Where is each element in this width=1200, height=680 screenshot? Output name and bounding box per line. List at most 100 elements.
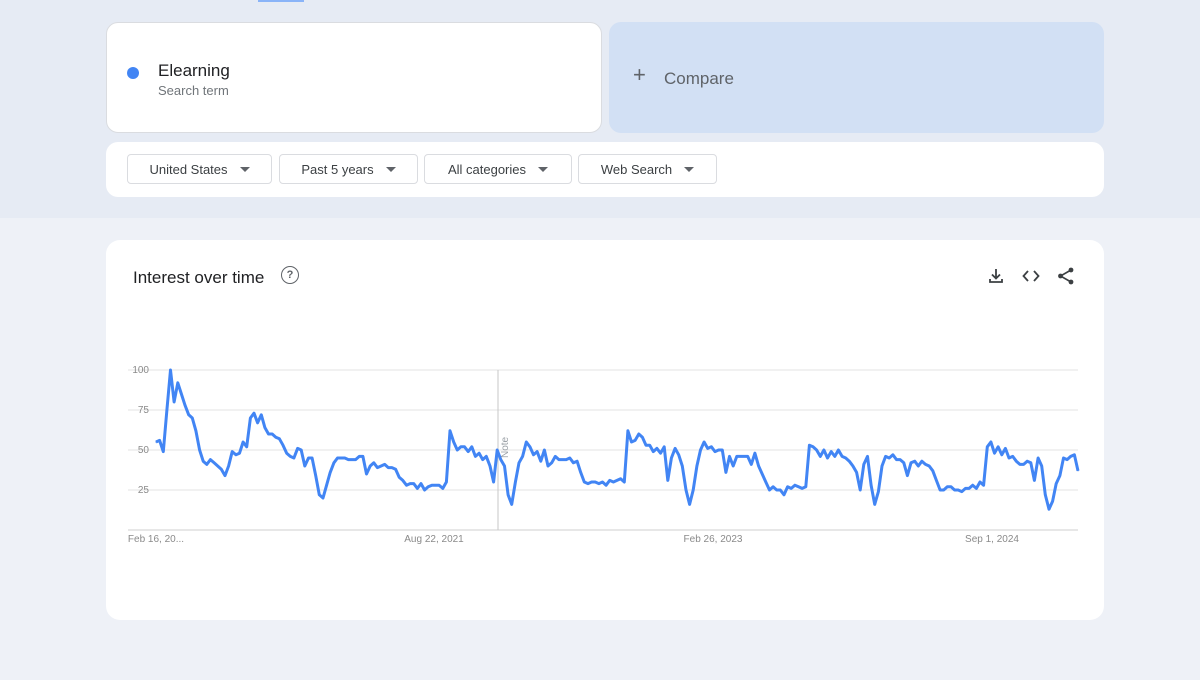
data-point bbox=[532, 454, 535, 456]
data-point bbox=[217, 465, 219, 467]
data-point bbox=[772, 486, 774, 488]
data-point bbox=[518, 462, 520, 464]
data-point bbox=[275, 436, 277, 438]
data-point bbox=[347, 459, 349, 461]
filter-category-dropdown[interactable]: All categories bbox=[424, 154, 572, 184]
data-point bbox=[427, 486, 429, 488]
data-point bbox=[630, 441, 633, 443]
data-point bbox=[289, 455, 291, 457]
data-point bbox=[921, 460, 923, 462]
data-point bbox=[206, 463, 208, 465]
data-point bbox=[522, 455, 524, 457]
data-point bbox=[202, 460, 204, 462]
data-point bbox=[678, 454, 680, 456]
data-point bbox=[790, 487, 792, 489]
data-point bbox=[460, 446, 462, 448]
series-color-dot bbox=[127, 67, 139, 79]
data-point bbox=[692, 489, 694, 491]
data-point bbox=[928, 465, 930, 467]
filter-search-type-dropdown[interactable]: Web Search bbox=[578, 154, 717, 184]
data-point bbox=[449, 430, 451, 432]
data-point bbox=[322, 497, 324, 499]
data-point bbox=[503, 465, 506, 467]
data-point bbox=[180, 393, 182, 395]
data-point bbox=[199, 449, 201, 451]
data-point bbox=[246, 446, 248, 448]
data-point bbox=[340, 457, 342, 459]
data-point bbox=[551, 462, 553, 464]
data-point bbox=[391, 467, 393, 469]
search-term-card[interactable]: Elearning Search term bbox=[106, 22, 602, 133]
data-point bbox=[768, 489, 771, 491]
data-point bbox=[543, 449, 545, 451]
data-point bbox=[525, 441, 527, 443]
filter-time-dropdown[interactable]: Past 5 years bbox=[279, 154, 418, 184]
data-point bbox=[598, 483, 600, 485]
search-term-name[interactable]: Elearning bbox=[158, 61, 230, 81]
data-point bbox=[405, 484, 408, 486]
filter-region-label: United States bbox=[149, 161, 228, 177]
data-point bbox=[797, 486, 800, 488]
data-point bbox=[754, 452, 756, 454]
data-point bbox=[438, 484, 440, 486]
data-point bbox=[816, 449, 818, 451]
data-point bbox=[620, 478, 622, 480]
data-point bbox=[260, 414, 262, 416]
data-point bbox=[986, 446, 988, 448]
filter-search-type-label: Web Search bbox=[600, 161, 673, 177]
x-tick-label: Feb 26, 2023 bbox=[684, 534, 743, 545]
data-point bbox=[670, 457, 673, 459]
data-point bbox=[812, 446, 814, 448]
data-point bbox=[282, 444, 284, 446]
download-icon[interactable] bbox=[986, 266, 1006, 286]
data-point bbox=[1073, 454, 1075, 456]
data-point bbox=[293, 457, 295, 459]
data-point bbox=[1012, 455, 1014, 457]
data-point bbox=[983, 484, 985, 486]
caret-down-icon bbox=[538, 166, 549, 172]
data-point bbox=[805, 486, 807, 488]
data-point bbox=[1062, 457, 1065, 459]
data-point bbox=[660, 452, 662, 454]
help-circle-icon[interactable]: ? bbox=[281, 266, 299, 284]
share-icon[interactable] bbox=[1056, 266, 1076, 286]
embed-code-icon[interactable] bbox=[1021, 266, 1041, 286]
data-point bbox=[1048, 508, 1050, 510]
filter-region-dropdown[interactable]: United States bbox=[127, 154, 272, 184]
data-point bbox=[369, 465, 371, 467]
x-tick-label: Feb 16, 20... bbox=[128, 534, 184, 545]
data-point bbox=[993, 452, 996, 454]
data-point bbox=[242, 441, 244, 443]
filter-bar: United States Past 5 years All categorie… bbox=[106, 142, 1104, 197]
data-point bbox=[362, 455, 364, 457]
data-point bbox=[1044, 494, 1046, 496]
data-point bbox=[253, 412, 255, 414]
data-point bbox=[500, 459, 502, 461]
data-point bbox=[445, 481, 447, 483]
data-point bbox=[707, 447, 709, 449]
data-point bbox=[594, 481, 596, 483]
data-point bbox=[264, 427, 266, 429]
data-point bbox=[957, 489, 959, 491]
data-point bbox=[489, 465, 491, 467]
data-point bbox=[329, 471, 331, 473]
data-point bbox=[859, 489, 861, 491]
data-point bbox=[173, 401, 175, 403]
data-point bbox=[358, 455, 360, 457]
chart-title: Interest over time bbox=[133, 268, 265, 287]
data-point bbox=[1004, 447, 1007, 449]
data-point bbox=[924, 463, 927, 465]
data-point bbox=[587, 483, 589, 485]
data-point bbox=[529, 446, 531, 448]
data-point bbox=[235, 454, 237, 456]
data-point bbox=[311, 457, 313, 459]
data-point bbox=[467, 451, 469, 453]
data-point bbox=[220, 468, 222, 470]
data-point bbox=[852, 465, 854, 467]
data-point bbox=[231, 451, 233, 453]
compare-label: Compare bbox=[664, 69, 734, 88]
compare-button[interactable]: + Compare bbox=[609, 22, 1104, 133]
data-point bbox=[344, 457, 346, 459]
note-marker-label: Note bbox=[500, 436, 511, 458]
data-point bbox=[365, 473, 368, 475]
